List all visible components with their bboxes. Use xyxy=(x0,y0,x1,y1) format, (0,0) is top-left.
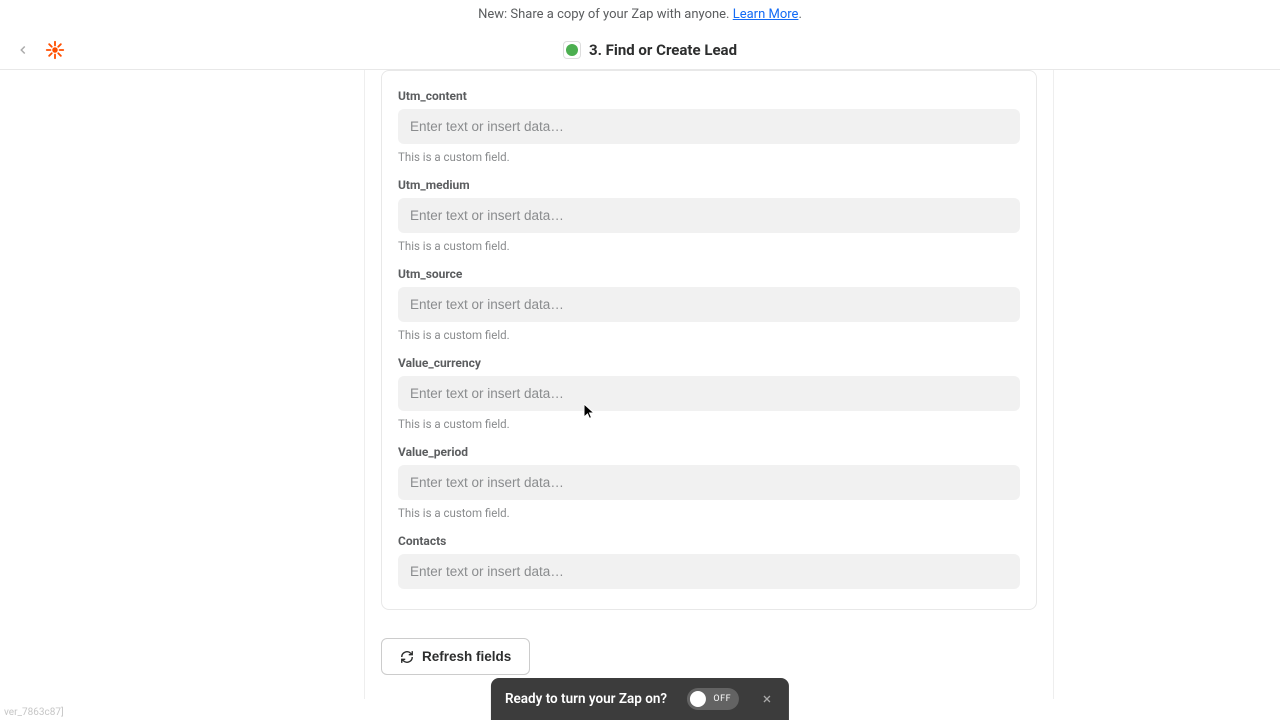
step-app-icon xyxy=(563,41,581,59)
app-header: 3. Find or Create Lead xyxy=(0,30,1280,70)
toast-close-button[interactable] xyxy=(759,690,775,709)
toast-text: Ready to turn your Zap on? xyxy=(505,691,667,707)
version-text: ver_7863c87] xyxy=(4,707,64,718)
announcement-bar: New: Share a copy of your Zap with anyon… xyxy=(0,0,1280,30)
editor-card: Utm_content This is a custom field. Utm_… xyxy=(364,70,1054,720)
field-help: This is a custom field. xyxy=(398,506,1020,520)
field-value-currency: Value_currency This is a custom field. xyxy=(398,356,1020,431)
utm-content-input[interactable] xyxy=(398,109,1020,144)
refresh-fields-button[interactable]: Refresh fields xyxy=(381,638,530,675)
field-label: Utm_medium xyxy=(398,178,1020,192)
field-utm-content: Utm_content This is a custom field. xyxy=(398,89,1020,164)
left-sidebar xyxy=(0,70,364,720)
refresh-fields-label: Refresh fields xyxy=(422,649,511,664)
field-label: Value_currency xyxy=(398,356,1020,370)
field-value-period: Value_period This is a custom field. xyxy=(398,445,1020,520)
page-title: 3. Find or Create Lead xyxy=(589,41,737,59)
zapier-logo-icon[interactable] xyxy=(44,39,66,61)
utm-medium-input[interactable] xyxy=(398,198,1020,233)
field-label: Utm_source xyxy=(398,267,1020,281)
announcement-link[interactable]: Learn More xyxy=(733,7,799,22)
toggle-state-label: OFF xyxy=(713,694,731,704)
field-label: Contacts xyxy=(398,534,1020,548)
contacts-input[interactable] xyxy=(398,554,1020,589)
content-panel: Utm_content This is a custom field. Utm_… xyxy=(364,70,1054,720)
field-label: Utm_content xyxy=(398,89,1020,103)
zap-on-toggle[interactable]: OFF xyxy=(687,688,739,710)
zap-on-toast: Ready to turn your Zap on? OFF xyxy=(491,678,789,720)
field-help: This is a custom field. xyxy=(398,417,1020,431)
back-button[interactable] xyxy=(16,43,36,57)
value-period-input[interactable] xyxy=(398,465,1020,500)
toggle-knob xyxy=(690,691,706,707)
field-utm-medium: Utm_medium This is a custom field. xyxy=(398,178,1020,253)
announcement-prefix: New: Share a copy of your Zap with anyon… xyxy=(478,7,733,22)
field-help: This is a custom field. xyxy=(398,150,1020,164)
field-help: This is a custom field. xyxy=(398,239,1020,253)
field-help: This is a custom field. xyxy=(398,328,1020,342)
field-contacts: Contacts xyxy=(398,534,1020,589)
refresh-icon xyxy=(400,650,414,664)
utm-source-input[interactable] xyxy=(398,287,1020,322)
field-utm-source: Utm_source This is a custom field. xyxy=(398,267,1020,342)
value-currency-input[interactable] xyxy=(398,376,1020,411)
field-label: Value_period xyxy=(398,445,1020,459)
fields-box: Utm_content This is a custom field. Utm_… xyxy=(381,70,1037,610)
right-sidebar xyxy=(1054,70,1280,720)
announcement-suffix: . xyxy=(798,7,801,22)
